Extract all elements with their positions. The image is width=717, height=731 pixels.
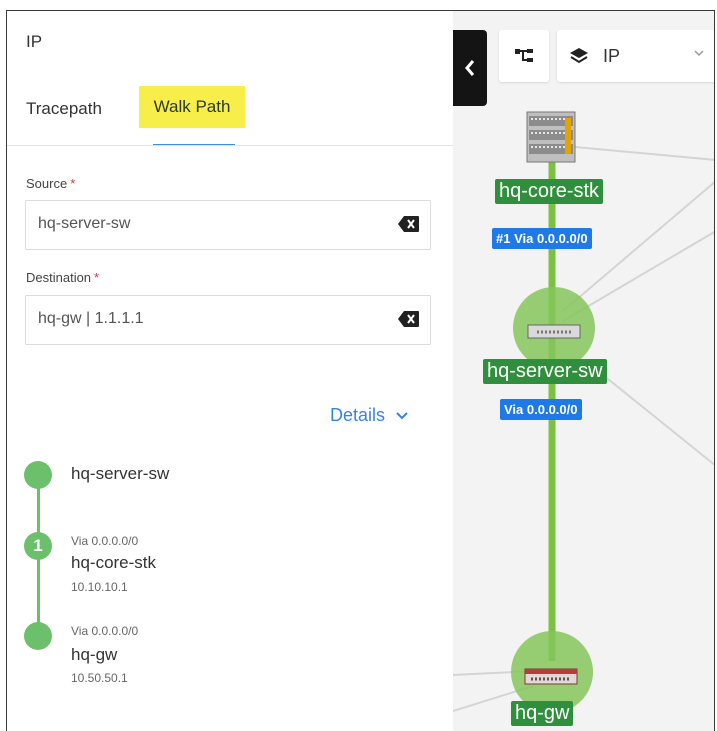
collapse-panel-button[interactable]: [453, 30, 487, 106]
hop-via: Via 0.0.0.0/0: [71, 624, 139, 638]
source-label-text: Source: [26, 176, 68, 191]
tab-walk-path-label: Walk Path: [153, 97, 231, 116]
source-label: Source *: [26, 176, 75, 191]
layer-select-value: IP: [603, 45, 621, 66]
destination-label: Destination *: [26, 270, 99, 285]
tab-divider: [7, 145, 453, 146]
map-link: [602, 374, 714, 466]
device-label[interactable]: hq-server-sw: [483, 359, 607, 384]
layer-select[interactable]: IP: [557, 30, 714, 82]
hop-via: Via 0.0.0.0/0: [71, 534, 139, 548]
map-link: [574, 146, 714, 161]
chevron-left-icon: [465, 60, 475, 76]
topology-map[interactable]: IP hq-core-stk #1 Via 0.0.0.0/0 hq-serve…: [453, 11, 714, 731]
device-label[interactable]: hq-gw: [511, 701, 574, 726]
via-badge: Via 0.0.0.0/0: [500, 399, 582, 420]
topology-button[interactable]: [499, 30, 549, 82]
hop-dot: [24, 622, 52, 650]
device-label[interactable]: hq-core-stk: [495, 179, 604, 204]
clear-source-icon[interactable]: [398, 215, 420, 233]
clear-destination-icon[interactable]: [398, 310, 420, 328]
hop-name: hq-core-stk: [71, 553, 157, 572]
app-frame: IP Tracepath Walk Path Source* Destinati…: [6, 10, 715, 731]
hop-dot: [24, 461, 52, 489]
chevron-down-icon: [694, 50, 704, 57]
chevron-down-icon: [395, 405, 409, 426]
switch-icon: [527, 324, 581, 339]
destination-field[interactable]: [25, 295, 431, 345]
hop-ip: 10.10.10.1: [71, 580, 128, 594]
path-connector: [37, 481, 40, 641]
destination-input[interactable]: [38, 310, 378, 328]
topology-icon: [515, 49, 533, 62]
required-marker: *: [94, 270, 100, 285]
path-panel: IP Tracepath Walk Path Source* Destinati…: [7, 11, 453, 731]
device-hq-server-sw[interactable]: [527, 323, 581, 346]
via-badge: #1 Via 0.0.0.0/0: [492, 228, 592, 249]
switch-stack-icon: [526, 111, 576, 163]
hop-name: hq-server-sw: [71, 464, 170, 483]
tab-tracepath[interactable]: Tracepath: [26, 99, 102, 119]
hop-name: hq-gw: [71, 645, 118, 664]
hop-ip: 10.50.50.1: [71, 671, 128, 685]
details-label: Details: [330, 405, 386, 425]
device-hq-gw[interactable]: [523, 665, 579, 692]
hop-step-badge: 1: [24, 532, 52, 560]
panel-title: IP: [26, 32, 43, 51]
details-toggle[interactable]: Details: [330, 405, 409, 426]
required-marker: *: [70, 176, 76, 191]
device-hq-core-stk[interactable]: [525, 108, 577, 171]
source-field[interactable]: [25, 200, 431, 250]
layers-icon: [570, 48, 588, 64]
destination-label-text: Destination: [26, 270, 92, 285]
firewall-icon: [524, 668, 578, 685]
source-input[interactable]: [38, 215, 378, 233]
tab-walk-path[interactable]: Walk Path: [139, 86, 245, 128]
